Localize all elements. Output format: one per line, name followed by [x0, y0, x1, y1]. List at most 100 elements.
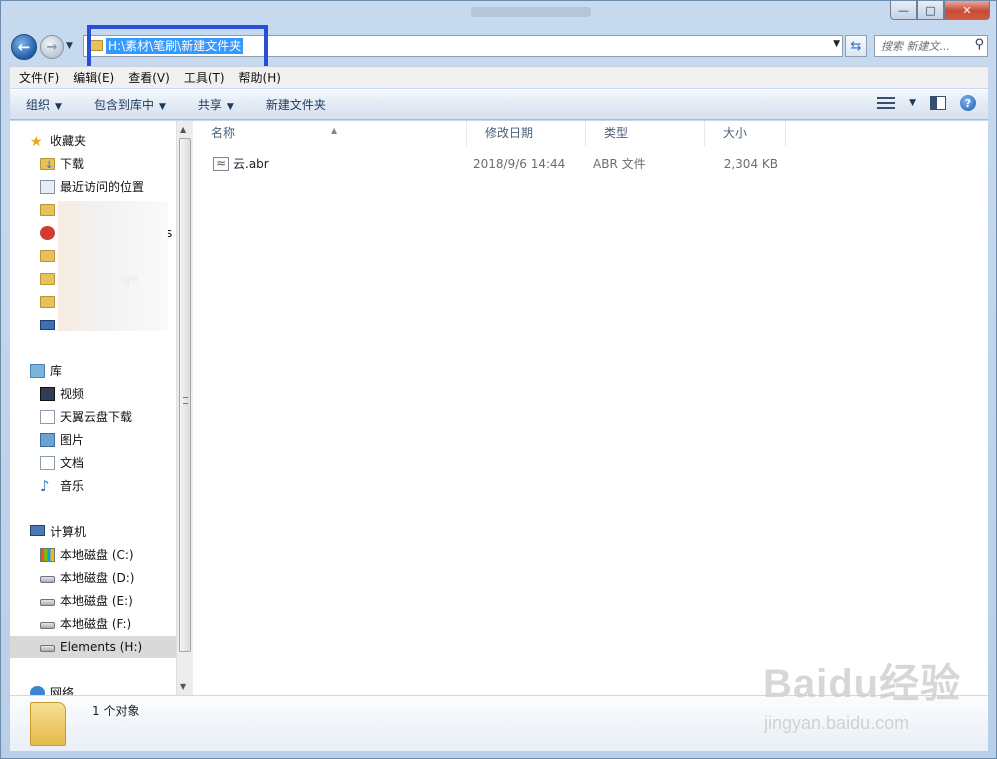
help-icon[interactable]: ?	[960, 95, 976, 111]
menu-help[interactable]: 帮助(H)	[230, 69, 286, 86]
sidebar-item-documents[interactable]: 文档	[10, 452, 176, 474]
file-type: ABR 文件	[593, 157, 646, 171]
column-header-type[interactable]: 类型	[586, 121, 705, 146]
picture-icon	[40, 433, 55, 447]
column-header-modified[interactable]: 修改日期	[467, 121, 586, 146]
recent-pages-dropdown[interactable]: ▼	[66, 41, 73, 51]
baidu-watermark: Baidu经验	[763, 662, 962, 706]
organize-label: 组织	[26, 98, 51, 112]
search-box[interactable]: ⚲	[874, 35, 988, 57]
sidebar-label: 文档	[60, 456, 85, 470]
file-size: 2,304 KB	[723, 157, 778, 171]
sidebar-item-drive-h[interactable]: Elements (H:)	[10, 636, 176, 658]
address-dropdown-button[interactable]: ▼	[833, 39, 840, 49]
scrollbar-thumb[interactable]	[179, 138, 191, 652]
folder-icon	[40, 273, 55, 285]
file-list: 名称 ▲ 修改日期 类型 大小 ≈ 云.abr 2018/9/6 14:44 A…	[193, 121, 988, 695]
folder-icon	[40, 204, 55, 216]
menu-edit[interactable]: 编辑(E)	[64, 69, 119, 86]
column-label: 名称	[211, 126, 236, 140]
column-header-size[interactable]: 大小	[705, 121, 786, 146]
new-folder-button[interactable]: 新建文件夹	[250, 96, 342, 113]
folder-icon	[30, 702, 66, 746]
search-icon[interactable]: ⚲	[974, 37, 984, 52]
menu-view[interactable]: 查看(V)	[119, 69, 175, 86]
sidebar-label: 本地磁盘 (C:)	[60, 548, 134, 562]
search-input[interactable]	[879, 37, 967, 55]
drive-icon	[40, 622, 55, 629]
back-button[interactable]: ←	[11, 34, 37, 60]
sidebar-item-videos[interactable]: 视频	[10, 383, 176, 405]
close-button[interactable]: ✕	[944, 1, 990, 20]
column-header-name[interactable]: 名称 ▲	[193, 121, 467, 146]
sidebar-label: 视频	[60, 387, 85, 401]
sidebar-label: 本地磁盘 (D:)	[60, 571, 135, 585]
minimize-button[interactable]: —	[890, 1, 917, 20]
explorer-window: — □ ✕ ← → ▼ H:\素材\笔刷\新建文件夹 ▼ ⇆ ⚲ 文件(F) 编…	[0, 0, 997, 759]
computer-icon	[30, 525, 45, 536]
include-in-library-button[interactable]: 包含到库中 ▼	[78, 96, 182, 113]
grip-icon	[183, 397, 188, 404]
sidebar-item-recent-places[interactable]: 最近访问的位置	[10, 176, 176, 198]
table-row[interactable]: ≈ 云.abr 2018/9/6 14:44 ABR 文件 2,304 KB	[213, 154, 793, 174]
chevron-down-icon: ▼	[158, 102, 166, 112]
star-icon: ★	[30, 134, 43, 150]
document-icon	[40, 456, 55, 470]
sidebar-item-music[interactable]: ♪ 音乐	[10, 475, 176, 497]
maximize-button[interactable]: □	[917, 1, 944, 20]
scroll-up-icon[interactable]: ▲	[180, 125, 186, 134]
chevron-down-icon: ▼	[226, 102, 234, 112]
folder-icon	[40, 296, 55, 308]
desktop-icon	[40, 320, 55, 330]
caption-buttons: — □ ✕	[890, 1, 990, 21]
sort-ascending-icon: ▲	[331, 126, 338, 135]
creative-cloud-icon	[40, 226, 55, 240]
menu-tools[interactable]: 工具(T)	[175, 69, 230, 86]
sidebar-item-cloud-downloads[interactable]: 天翼云盘下载	[10, 406, 176, 428]
drive-icon	[40, 576, 55, 583]
video-icon	[40, 387, 55, 401]
sidebar-item-pictures[interactable]: 图片	[10, 429, 176, 451]
window-title-blurred	[471, 7, 591, 17]
sidebar-label: 网络	[50, 686, 75, 695]
sidebar-item-downloads[interactable]: 下载	[10, 153, 176, 177]
downloads-folder-icon	[40, 155, 55, 177]
sidebar-libraries[interactable]: 库	[10, 360, 176, 382]
drive-icon	[40, 599, 55, 606]
sidebar-label: 音乐	[60, 479, 85, 493]
music-icon: ♪	[40, 477, 50, 495]
view-options-dropdown[interactable]: ▼	[909, 98, 916, 108]
library-icon	[30, 364, 45, 378]
sidebar-network[interactable]: 网络	[10, 682, 176, 695]
change-view-icon[interactable]	[877, 97, 896, 109]
menu-file[interactable]: 文件(F)	[10, 69, 64, 86]
file-modified: 2018/9/6 14:44	[473, 157, 566, 171]
organize-button[interactable]: 组织 ▼	[10, 96, 78, 113]
sidebar-item-drive-c[interactable]: 本地磁盘 (C:)	[10, 544, 176, 566]
sidebar-label: 下载	[60, 157, 85, 171]
recent-places-icon	[40, 180, 55, 194]
document-icon	[40, 410, 55, 424]
folder-icon	[40, 250, 55, 262]
drive-icon	[40, 645, 55, 652]
menu-bar: 文件(F) 编辑(E) 查看(V) 工具(T) 帮助(H)	[10, 66, 988, 88]
sidebar-computer[interactable]: 计算机	[10, 521, 176, 543]
navigation-scrollbar[interactable]: ▲ ▼	[176, 121, 193, 695]
sidebar-item-drive-d[interactable]: 本地磁盘 (D:)	[10, 567, 176, 589]
sidebar-favorites[interactable]: ★ 收藏夹	[10, 130, 176, 152]
sidebar-label: 本地磁盘 (F:)	[60, 617, 132, 631]
sidebar-label: 本地磁盘 (E:)	[60, 594, 133, 608]
abr-file-icon: ≈	[213, 157, 229, 171]
forward-button[interactable]: →	[40, 35, 64, 59]
sidebar-label: 天翼云盘下载	[60, 410, 133, 424]
scroll-down-icon[interactable]: ▼	[180, 682, 186, 691]
column-label: 修改日期	[485, 126, 534, 140]
toolbar-right-group: ▼ ?	[877, 95, 976, 111]
sidebar-item-drive-f[interactable]: 本地磁盘 (F:)	[10, 613, 176, 635]
preview-pane-icon[interactable]	[930, 96, 946, 110]
share-button[interactable]: 共享 ▼	[182, 96, 250, 113]
sidebar-item-drive-e[interactable]: 本地磁盘 (E:)	[10, 590, 176, 612]
sidebar-label: 最近访问的位置	[60, 180, 145, 194]
refresh-button[interactable]: ⇆	[845, 35, 867, 57]
redacted-area	[58, 201, 168, 331]
